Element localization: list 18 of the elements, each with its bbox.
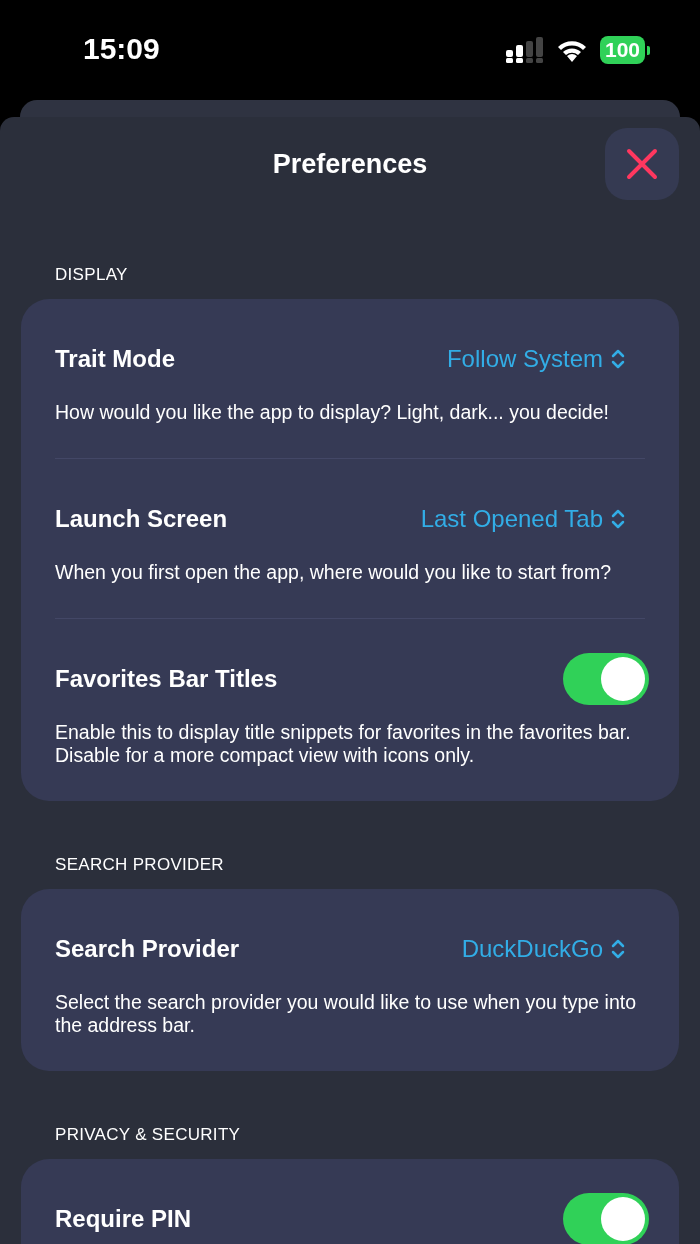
setting-description: Select the search provider you would like to use when you type into the address bar.	[55, 991, 637, 1037]
section-header: PRIVACY & SECURITY	[54, 1124, 242, 1146]
setting-title: Require PIN	[55, 1205, 192, 1233]
picker-button[interactable]: Last Opened Tab	[420, 505, 645, 533]
picker-button[interactable]: Follow System	[446, 345, 645, 373]
setting-title: Favorites Bar Titles	[55, 665, 278, 693]
section-header: DISPLAY	[54, 264, 129, 286]
setting-description: How would you like the app to display? Light, dark... you decide!	[55, 401, 610, 424]
section-header: SEARCH PROVIDER	[54, 854, 225, 876]
status-time: 15:09	[83, 32, 160, 66]
picker-button[interactable]: DuckDuckGo	[461, 935, 645, 963]
setting-description: When you first open the app, where would you like to start from?	[55, 561, 613, 584]
setting-title: Launch Screen	[55, 505, 228, 533]
setting-description: Enable this to display title snippets for favorites in the favorites bar. Disable for a more compact view with icons only.	[55, 721, 632, 767]
battery-indicator: 100	[599, 36, 650, 64]
setting-title: Search Provider	[55, 935, 240, 963]
setting-title: Trait Mode	[55, 345, 175, 373]
sheet-title: Preferences	[272, 148, 428, 180]
